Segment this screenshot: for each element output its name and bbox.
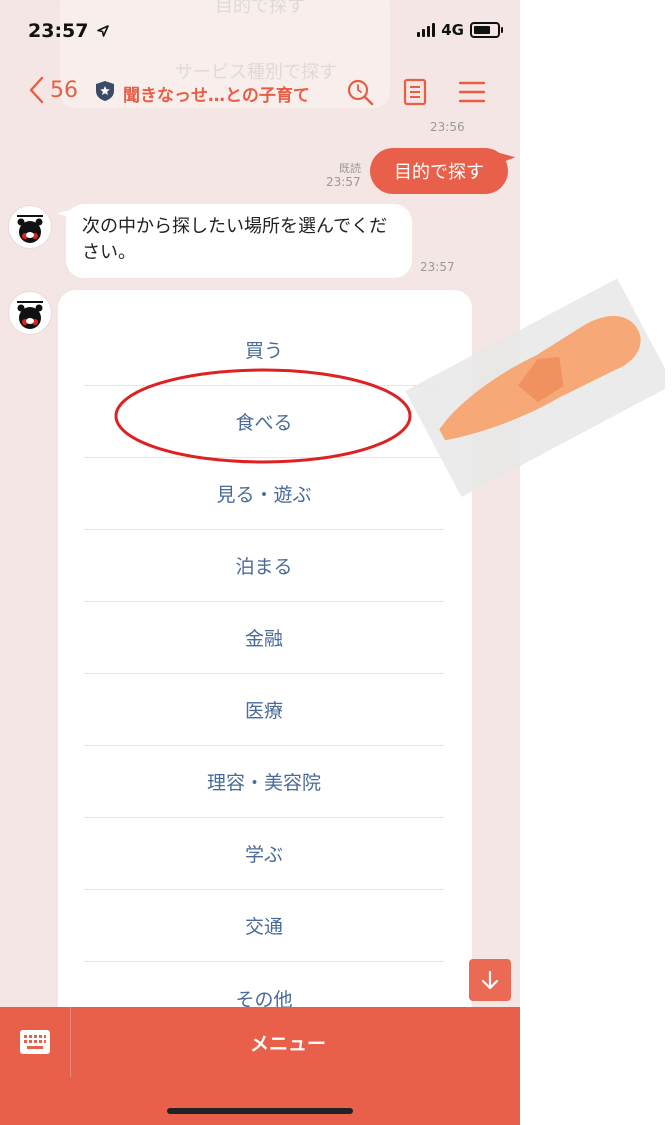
chat-screen: 目的で探す サービス種別で探す 23:57 4G 56 聞きなっせ…との子育て bbox=[0, 0, 520, 1125]
option-see-play[interactable]: 見る・遊ぶ bbox=[84, 458, 444, 530]
option-barber-salon[interactable]: 理容・美容院 bbox=[84, 746, 444, 818]
scroll-to-bottom-button[interactable] bbox=[469, 959, 511, 1001]
option-learn[interactable]: 学ぶ bbox=[84, 818, 444, 890]
option-medical[interactable]: 医療 bbox=[84, 674, 444, 746]
outgoing-message[interactable]: 目的で探す bbox=[370, 148, 508, 194]
keyboard-icon bbox=[20, 1030, 50, 1054]
chat-title[interactable]: 聞きなっせ…との子育て bbox=[123, 81, 310, 106]
back-button[interactable]: 56 bbox=[28, 76, 78, 104]
chat-header: 56 聞きなっせ…との子育て bbox=[0, 70, 520, 114]
status-indicators: 4G bbox=[417, 21, 503, 39]
bottom-menu-bar: メニュー bbox=[0, 1007, 520, 1125]
message-timestamp: 23:57 bbox=[326, 175, 361, 189]
arrow-down-icon bbox=[481, 970, 499, 990]
back-chevron-icon bbox=[29, 76, 44, 104]
pointing-hand-icon bbox=[405, 278, 665, 497]
rich-menu-toggle[interactable]: メニュー bbox=[70, 1007, 506, 1077]
location-arrow-icon bbox=[97, 25, 109, 37]
network-type: 4G bbox=[441, 21, 464, 39]
notes-icon[interactable] bbox=[403, 78, 427, 106]
bear-mascot-icon bbox=[17, 301, 43, 329]
home-indicator bbox=[167, 1108, 353, 1114]
keyboard-toggle[interactable] bbox=[0, 1007, 71, 1077]
option-transport[interactable]: 交通 bbox=[84, 890, 444, 962]
outgoing-message-text: 目的で探す bbox=[394, 162, 484, 183]
battery-icon bbox=[470, 22, 503, 38]
bear-mascot-icon bbox=[17, 215, 43, 243]
ghost-text: 目的で探す bbox=[215, 0, 305, 17]
message-timestamp: 23:56 bbox=[430, 120, 465, 134]
option-finance[interactable]: 金融 bbox=[84, 602, 444, 674]
read-receipt: 既読 bbox=[339, 162, 361, 175]
menu-icon[interactable] bbox=[458, 80, 486, 104]
menu-label: メニュー bbox=[249, 1032, 326, 1055]
signal-icon bbox=[417, 23, 436, 37]
status-time: 23:57 bbox=[28, 20, 109, 42]
option-stay[interactable]: 泊まる bbox=[84, 530, 444, 602]
highlight-circle bbox=[114, 368, 412, 464]
avatar[interactable] bbox=[8, 205, 52, 249]
avatar[interactable] bbox=[8, 291, 52, 335]
incoming-message-text: 次の中から探したい場所を選んでください。 bbox=[82, 216, 388, 263]
incoming-message[interactable]: 次の中から探したい場所を選んでください。 bbox=[66, 204, 412, 278]
search-icon[interactable] bbox=[346, 78, 374, 106]
unread-count: 56 bbox=[50, 77, 78, 103]
shield-icon bbox=[96, 81, 114, 101]
